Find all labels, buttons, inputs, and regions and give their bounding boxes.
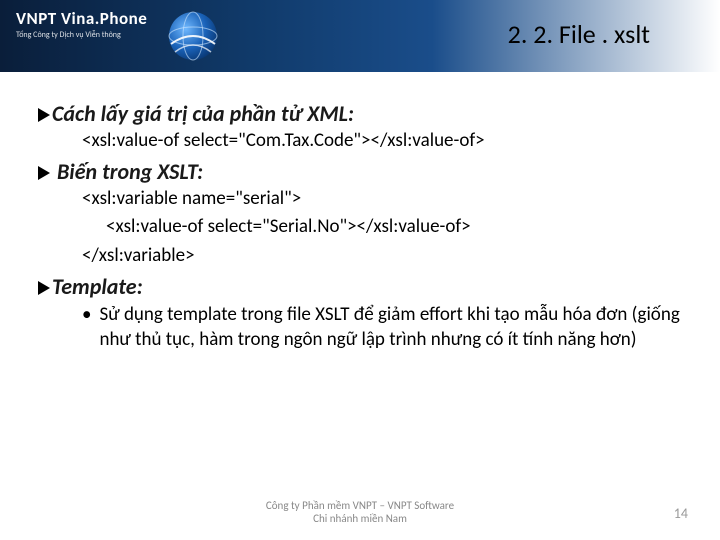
code-line: <xsl:variable name="serial"> (82, 187, 692, 212)
globe-icon (165, 8, 221, 64)
code-line: <xsl:value-of select="Com.Tax.Code"></xs… (82, 129, 692, 154)
brand-name: VNPT Vina.Phone (16, 8, 147, 29)
bullet-item: • Sử dụng template trong file XSLT để gi… (82, 302, 692, 353)
brand-logo: VNPT Vina.Phone Tổng Công ty Dịch vụ Viễ… (0, 0, 147, 40)
section-heading-variable: Biến trong XSLT: (38, 158, 692, 185)
heading-text: Biến trong XSLT: (52, 158, 203, 185)
heading-text: Cách lấy giá trị của phần tử XML: (52, 100, 354, 127)
arrow-icon (38, 166, 50, 180)
bullet-icon: • (82, 302, 91, 353)
bullet-text: Sử dụng template trong file XSLT để giảm… (99, 302, 692, 353)
arrow-icon (38, 108, 50, 122)
code-text: <xsl:value-of select="Serial.No"></xsl:v… (106, 215, 471, 238)
code-line: </xsl:variable> (82, 244, 692, 269)
code-line: <xsl:value-of select="Serial.No"></xsl:v… (82, 215, 692, 240)
heading-text: Template: (52, 273, 143, 300)
slide-content: Cách lấy giá trị của phần tử XML: <xsl:v… (0, 72, 720, 353)
footer-line-2: Chi nhánh miền Nam (0, 512, 720, 526)
page-number: 14 (674, 505, 688, 522)
arrow-icon (38, 281, 50, 295)
section-heading-xml-value: Cách lấy giá trị của phần tử XML: (38, 100, 692, 127)
slide-footer: Công ty Phần mềm VNPT – VNPT Software Ch… (0, 499, 720, 527)
brand-tagline: Tổng Công ty Dịch vụ Viễn thông (16, 30, 147, 40)
slide-header: VNPT Vina.Phone Tổng Công ty Dịch vụ Viễ… (0, 0, 720, 72)
section-heading-template: Template: (38, 273, 692, 300)
footer-line-1: Công ty Phần mềm VNPT – VNPT Software (0, 499, 720, 513)
slide-title: 2. 2. File . xslt (508, 18, 650, 50)
